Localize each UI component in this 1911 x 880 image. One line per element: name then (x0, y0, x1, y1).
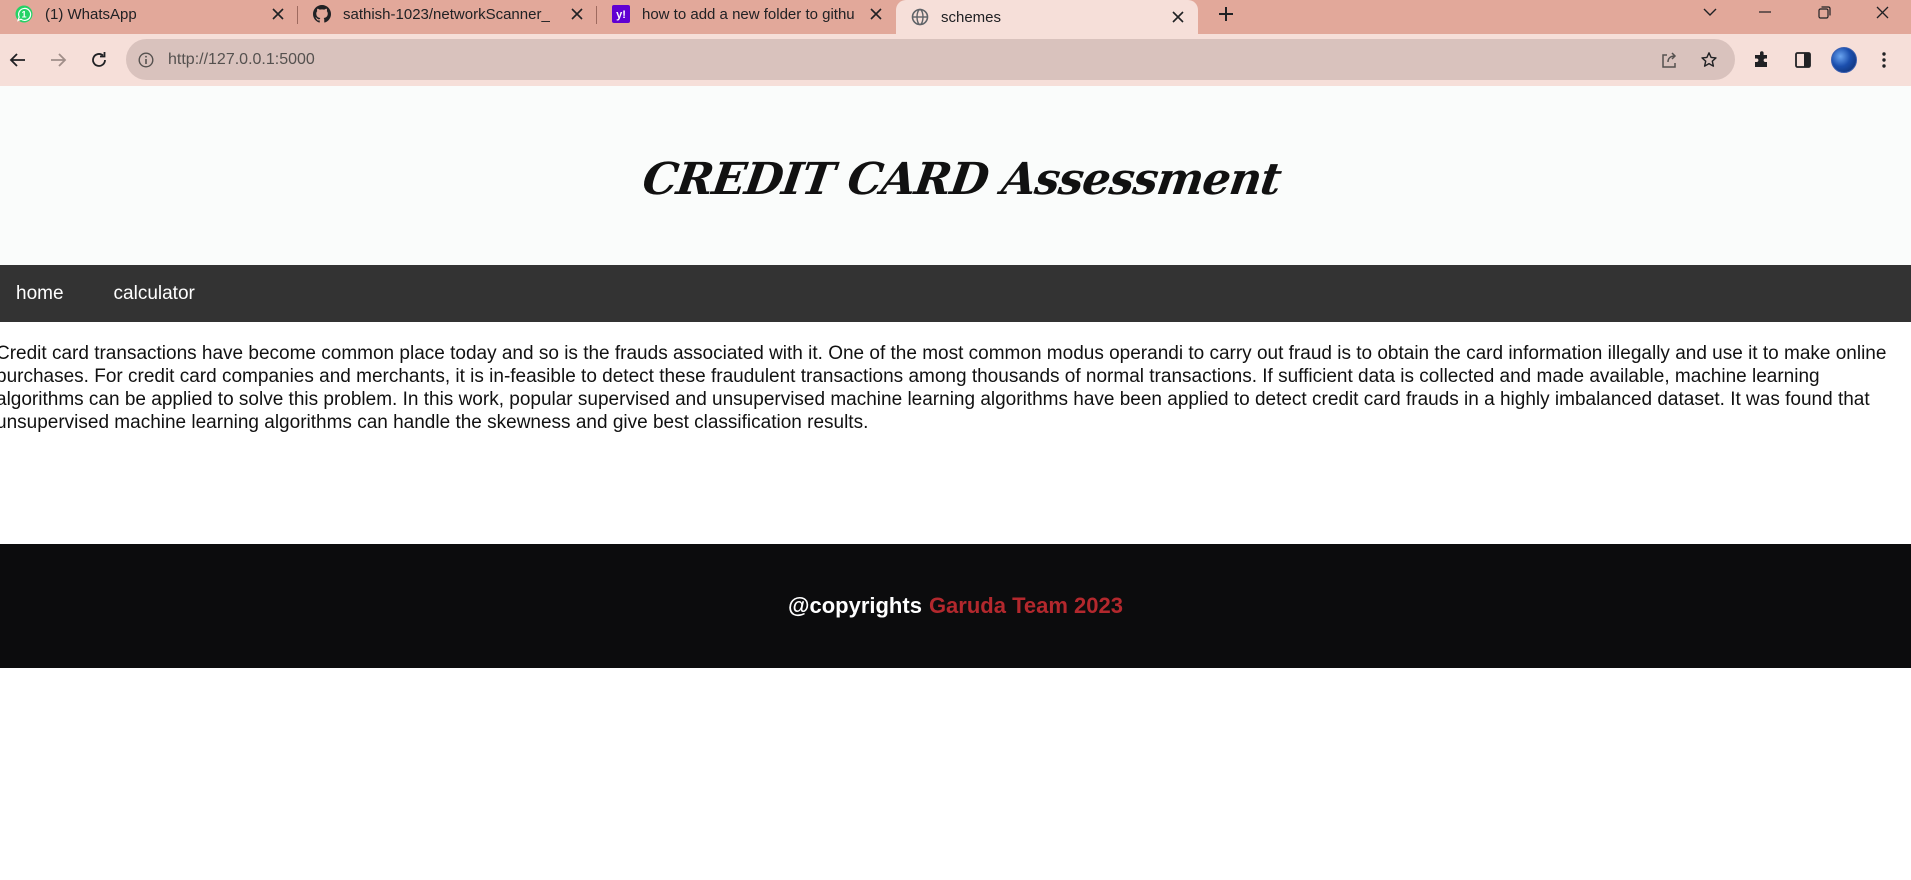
tab-strip: 1 (1) WhatsApp sathish-1023/networkScann… (0, 0, 1911, 34)
page-title: CREDIT CARD Assessment (639, 154, 1284, 205)
side-panel-icon[interactable] (1787, 44, 1819, 76)
globe-icon (911, 8, 929, 26)
address-bar[interactable]: http://127.0.0.1:5000 (126, 39, 1735, 80)
yahoo-icon: y! (612, 5, 630, 23)
nav-link-calculator[interactable]: calculator (80, 265, 211, 322)
page-footer: @copyrights Garuda Team 2023 (0, 544, 1911, 668)
tab-title: (1) WhatsApp (45, 5, 137, 23)
forward-button[interactable] (42, 44, 74, 76)
site-navbar: home calculator (0, 265, 1911, 322)
minimize-icon[interactable] (1747, 0, 1783, 24)
tab-schemes[interactable]: schemes (896, 0, 1198, 34)
back-button[interactable] (2, 44, 34, 76)
whatsapp-icon: 1 (15, 5, 33, 23)
menu-kebab-icon[interactable] (1868, 44, 1900, 76)
url-text[interactable]: http://127.0.0.1:5000 (168, 51, 1655, 69)
tab-search-icon[interactable] (1692, 0, 1728, 24)
tab-title: sathish-1023/networkScanner_ (343, 5, 550, 23)
tab-github[interactable]: sathish-1023/networkScanner_ (298, 0, 597, 28)
svg-text:1: 1 (21, 10, 26, 20)
restore-icon[interactable] (1806, 0, 1842, 24)
tab-yahoo[interactable]: y! how to add a new folder to githu (597, 0, 896, 28)
extensions-icon[interactable] (1746, 44, 1778, 76)
description-paragraph: Credit card transactions have become com… (0, 343, 1887, 433)
svg-text:y!: y! (616, 9, 626, 21)
github-icon (313, 5, 331, 23)
close-window-icon[interactable] (1864, 0, 1900, 24)
close-icon[interactable] (569, 6, 585, 22)
site-info-icon[interactable] (136, 50, 156, 70)
new-tab-button[interactable] (1213, 1, 1239, 27)
bookmark-star-icon[interactable] (1695, 46, 1723, 74)
reload-button[interactable] (83, 44, 115, 76)
tab-whatsapp[interactable]: 1 (1) WhatsApp (0, 0, 298, 28)
nav-link-home[interactable]: home (0, 265, 80, 322)
copyright-label: @copyrights (788, 593, 922, 618)
page-header: CREDIT CARD Assessment (0, 86, 1911, 265)
profile-avatar[interactable] (1828, 44, 1860, 76)
share-icon[interactable] (1655, 46, 1683, 74)
web-page: CREDIT CARD Assessment home calculator C… (0, 86, 1911, 880)
browser-toolbar: http://127.0.0.1:5000 (0, 34, 1911, 86)
close-icon[interactable] (1170, 9, 1186, 25)
tab-title: schemes (941, 8, 1002, 26)
avatar (1831, 47, 1857, 73)
team-name: Garuda Team 2023 (928, 593, 1123, 618)
close-icon[interactable] (270, 6, 286, 22)
close-icon[interactable] (868, 6, 884, 22)
tab-title: how to add a new folder to githu (642, 5, 855, 23)
